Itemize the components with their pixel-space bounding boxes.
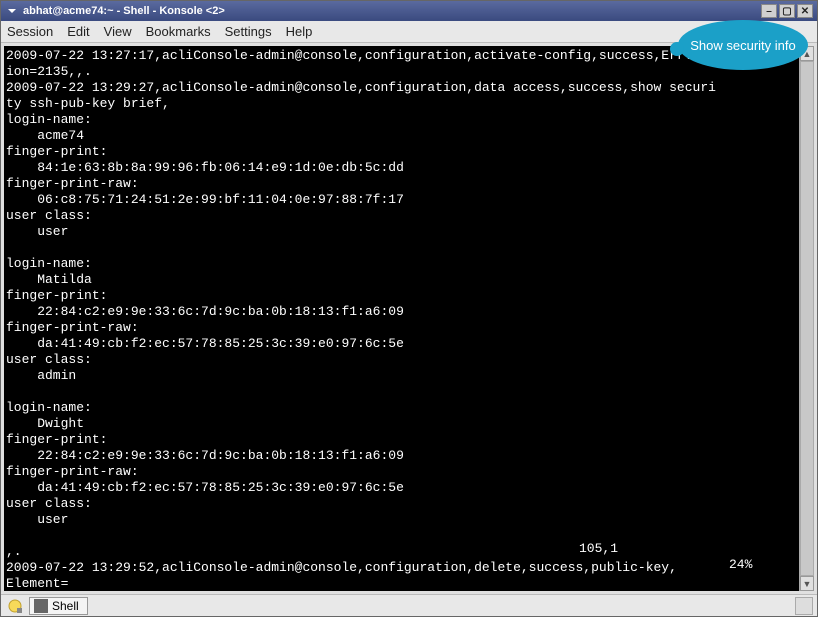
session-tab-label: Shell [52,599,79,613]
terminal-line: 84:1e:63:8b:8a:99:96:fb:06:14:e9:1d:0e:d… [6,160,814,176]
konsole-window: abhat@acme74:~ - Shell - Konsole <2> – ▢… [0,0,818,617]
terminal-icon [34,599,48,613]
terminal-line: finger-print: [6,288,814,304]
terminal-line: finger-print-raw: [6,320,814,336]
terminal-line: 06:c8:75:71:24:51:2e:99:bf:11:04:0e:97:8… [6,192,814,208]
terminal-output[interactable]: 2009-07-22 13:27:17,acliConsole-admin@co… [4,46,814,591]
terminal-line: admin [6,368,814,384]
terminal-line: user class: [6,208,814,224]
terminal-line [6,240,814,256]
terminal-line: finger-print: [6,432,814,448]
annotation-text: Show security info [690,38,796,53]
terminal-line: finger-print-raw: [6,464,814,480]
terminal-line: 22:84:c2:e9:9e:33:6c:7d:9c:ba:0b:18:13:f… [6,304,814,320]
maximize-button[interactable]: ▢ [779,4,795,18]
terminal-line: finger-print: [6,144,814,160]
terminal-line: 22:84:c2:e9:9e:33:6c:7d:9c:ba:0b:18:13:f… [6,448,814,464]
terminal-line: da:41:49:cb:f2:ec:57:78:85:25:3c:39:e0:9… [6,336,814,352]
terminal-status-line: 105,1 24% [4,525,814,589]
menu-settings[interactable]: Settings [225,24,272,39]
terminal-line: da:41:49:cb:f2:ec:57:78:85:25:3c:39:e0:9… [6,480,814,496]
terminal-line: login-name: [6,256,814,272]
scroll-down-button[interactable]: ▼ [800,576,814,591]
terminal-line: finger-print-raw: [6,176,814,192]
vertical-scrollbar[interactable]: ▲ ▼ [799,46,814,591]
window-title: abhat@acme74:~ - Shell - Konsole <2> [23,5,761,17]
titlebar[interactable]: abhat@acme74:~ - Shell - Konsole <2> – ▢… [1,1,817,21]
scrollbar-track[interactable] [800,61,814,576]
terminal-line: 2009-07-22 13:29:27,acliConsole-admin@co… [6,80,814,96]
terminal-line: Dwight [6,416,814,432]
terminal-line: login-name: [6,112,814,128]
taskbar: Shell [1,594,817,616]
terminal-line: Matilda [6,272,814,288]
terminal-line: ion=2135,,. [6,64,814,80]
menu-edit[interactable]: Edit [67,24,89,39]
window-controls: – ▢ ✕ [761,4,813,18]
menu-help[interactable]: Help [286,24,313,39]
app-menu-icon[interactable] [5,4,19,18]
terminal-line: user [6,224,814,240]
terminal-line: login-name: [6,400,814,416]
annotation-callout: Show security info [678,20,808,70]
terminal-line: acme74 [6,128,814,144]
menu-session[interactable]: Session [7,24,53,39]
minimize-button[interactable]: – [761,4,777,18]
resize-grip-icon[interactable] [795,597,813,615]
close-button[interactable]: ✕ [797,4,813,18]
new-session-icon[interactable] [5,597,25,615]
session-tab-shell[interactable]: Shell [29,597,88,615]
terminal-line: user class: [6,496,814,512]
terminal-line: ty ssh-pub-key brief, [6,96,814,112]
terminal-line: user class: [6,352,814,368]
menu-bookmarks[interactable]: Bookmarks [146,24,211,39]
scrollbar-thumb[interactable] [800,61,814,576]
cursor-position: 105,1 [579,541,618,557]
terminal-container: 2009-07-22 13:27:17,acliConsole-admin@co… [1,43,817,594]
menu-view[interactable]: View [104,24,132,39]
terminal-line [6,384,814,400]
scroll-percentage: 24% [729,557,752,573]
